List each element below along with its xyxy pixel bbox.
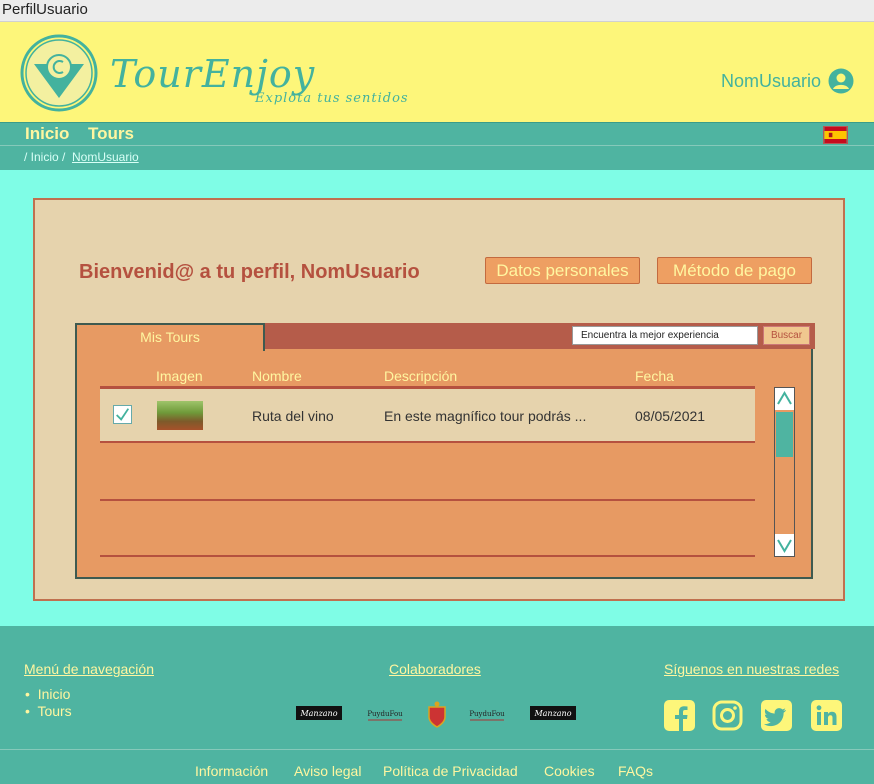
site-header: TourEnjoy Explota tus sentidos NomUsuari…	[0, 22, 874, 122]
footer-link-informacion[interactable]: Información	[195, 763, 268, 779]
footer-nav-label[interactable]: Inicio	[38, 686, 71, 702]
row-checkbox-icon[interactable]	[113, 405, 132, 424]
twitter-icon[interactable]	[761, 700, 792, 731]
sponsor-manzano-logo[interactable]: Manzano	[296, 706, 342, 724]
main-nav: Inicio Tours	[0, 122, 874, 146]
facebook-icon[interactable]	[664, 700, 695, 731]
sponsor-puydufou-logo[interactable]: PuyduFou	[466, 706, 508, 724]
linkedin-icon[interactable]	[811, 700, 842, 731]
tab-mis-tours[interactable]: Mis Tours	[75, 323, 265, 351]
search-input[interactable]: Encuentra la mejor experiencia	[572, 326, 758, 345]
sponsor-crest-logo[interactable]	[426, 701, 448, 729]
nav-item-tours[interactable]: Tours	[88, 124, 134, 144]
brand-tagline: Explota tus sentidos	[255, 91, 409, 106]
footer-link-cookies[interactable]: Cookies	[544, 763, 595, 779]
my-tours-panel: Mis Tours Encuentra la mejor experiencia…	[75, 323, 815, 579]
column-header-image: Imagen	[156, 368, 203, 384]
scrollbar-thumb[interactable]	[776, 412, 793, 457]
sponsor-manzano-logo[interactable]: Manzano	[530, 706, 576, 724]
row-divider	[100, 499, 755, 501]
footer-nav-item-tours[interactable]: • Tours	[25, 703, 72, 719]
sponsor-puydufou-logo[interactable]: PuyduFou	[364, 706, 406, 724]
breadcrumb-current[interactable]: NomUsuario	[72, 150, 139, 164]
svg-text:Manzano: Manzano	[299, 709, 337, 718]
site-footer: Menú de navegación • Inicio • Tours Cola…	[0, 626, 874, 784]
row-description: En este magnífico tour podrás ...	[384, 408, 587, 424]
brand-name: TourEnjoy	[110, 52, 316, 96]
column-header-name: Nombre	[252, 368, 302, 384]
footer-nav-heading: Menú de navegación	[24, 661, 154, 677]
tour-thumbnail[interactable]	[157, 401, 203, 430]
breadcrumb: / Inicio / NomUsuario	[0, 146, 874, 170]
payment-method-button[interactable]: Método de pago	[657, 257, 812, 284]
spain-flag-icon[interactable]	[823, 126, 848, 144]
window-titlebar: PerfilUsuario	[0, 0, 874, 22]
svg-text:PuyduFou: PuyduFou	[367, 710, 403, 718]
footer-nav-label[interactable]: Tours	[37, 703, 71, 719]
instagram-icon[interactable]	[712, 700, 743, 731]
footer-link-privacidad[interactable]: Política de Privacidad	[383, 763, 518, 779]
personal-data-button[interactable]: Datos personales	[485, 257, 640, 284]
logo-icon[interactable]	[20, 34, 98, 112]
breadcrumb-root[interactable]: / Inicio /	[24, 150, 65, 164]
scroll-down-icon[interactable]	[775, 534, 794, 556]
footer-link-faqs[interactable]: FAQs	[618, 763, 653, 779]
footer-nav-item-inicio[interactable]: • Inicio	[25, 686, 70, 702]
table-scrollbar[interactable]	[774, 387, 795, 557]
nav-item-inicio[interactable]: Inicio	[25, 124, 69, 144]
footer-social-heading: Síguenos en nuestras redes	[664, 661, 840, 677]
profile-card: Bienvenid@ a tu perfil, NomUsuario Datos…	[33, 198, 845, 601]
column-header-date: Fecha	[635, 368, 674, 384]
window-title: PerfilUsuario	[2, 1, 88, 18]
column-header-description: Descripción	[384, 368, 458, 384]
welcome-title: Bienvenid@ a tu perfil, NomUsuario	[79, 261, 420, 283]
row-date: 08/05/2021	[635, 408, 706, 424]
scroll-up-icon[interactable]	[775, 388, 794, 410]
svg-text:PuyduFou: PuyduFou	[469, 710, 505, 718]
footer-divider	[0, 749, 874, 750]
table-row[interactable]: Ruta del vino En este magnífico tour pod…	[100, 389, 755, 443]
footer-collab-heading: Colaboradores	[389, 661, 481, 677]
row-divider	[100, 555, 755, 557]
user-avatar-icon[interactable]	[828, 68, 854, 94]
search-button[interactable]: Buscar	[763, 326, 810, 345]
user-name[interactable]: NomUsuario	[721, 71, 821, 92]
svg-text:Manzano: Manzano	[533, 709, 571, 718]
row-name: Ruta del vino	[252, 408, 334, 424]
footer-link-aviso-legal[interactable]: Aviso legal	[294, 763, 361, 779]
